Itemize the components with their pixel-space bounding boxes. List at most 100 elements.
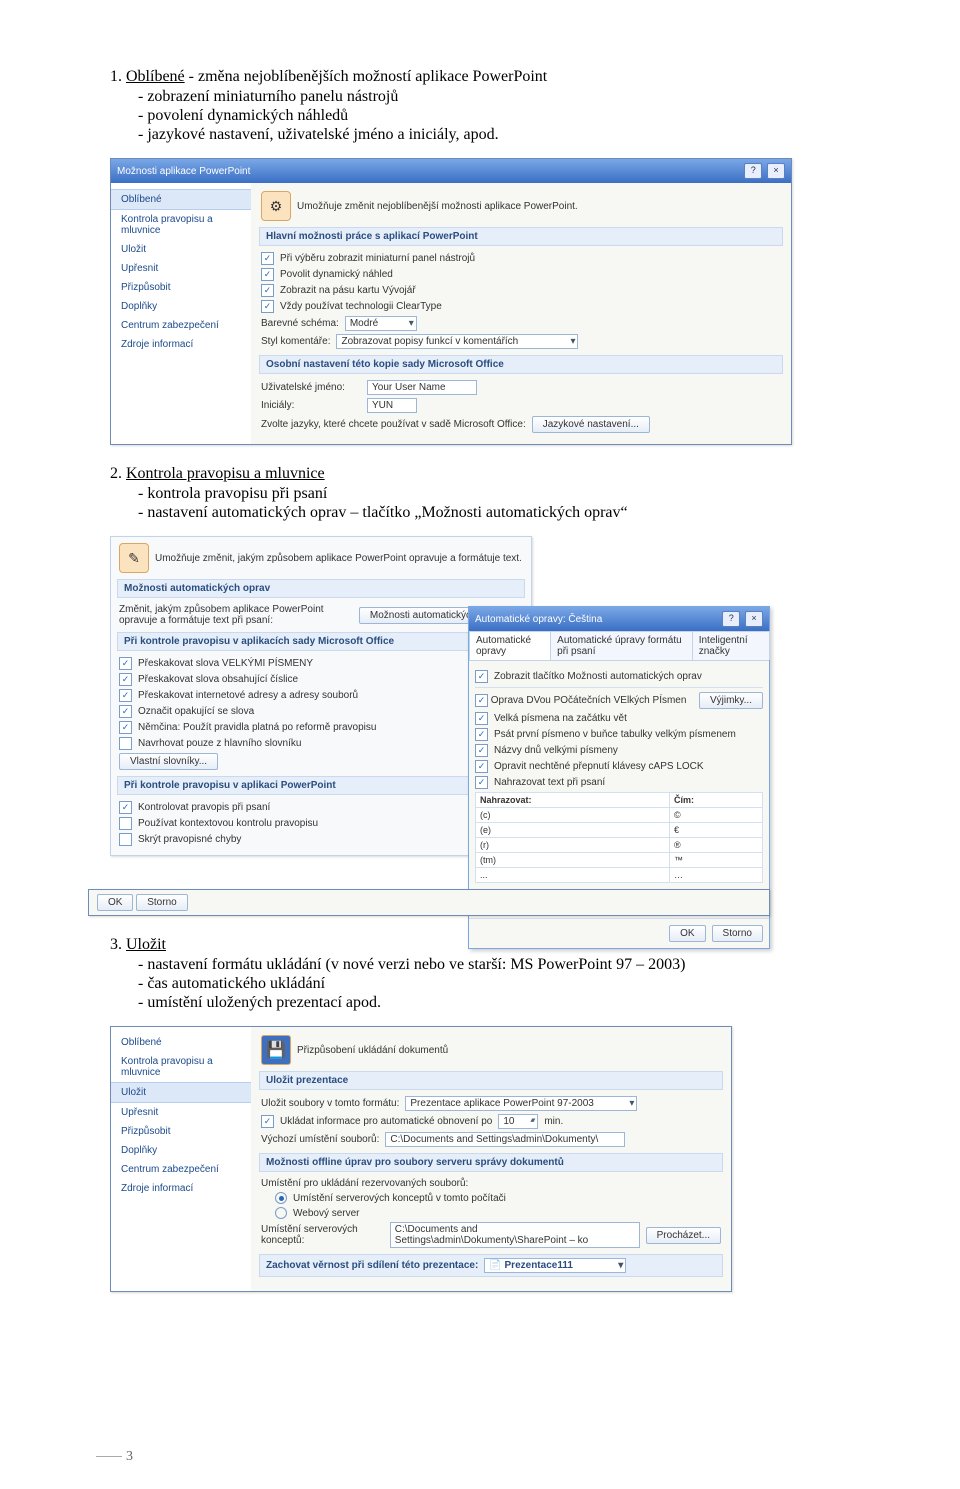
cb-initcaps-label: Oprava DVou POčátečních VElkých PÍsmen — [491, 695, 687, 706]
cb-showbtn-label: Zobrazit tlačítko Možnosti automatických… — [494, 671, 702, 682]
loc-input[interactable]: C:\Documents and Settings\admin\Dokument… — [385, 1132, 625, 1147]
cb-daycaps[interactable] — [475, 744, 488, 757]
cb-autorecover[interactable] — [261, 1115, 274, 1128]
user-input[interactable]: Your User Name — [367, 380, 477, 395]
radio-localdraft[interactable] — [275, 1192, 287, 1204]
proof-txt01: Změnit, jakým způsobem aplikace PowerPoi… — [119, 604, 349, 626]
custom-dicts-button[interactable]: Vlastní slovníky... — [119, 753, 218, 770]
cell-r4c1: … — [670, 868, 763, 883]
ac-tab3[interactable]: Inteligentní značky — [692, 631, 770, 660]
s3-sb-pravopis[interactable]: Kontrola pravopisu a mluvnice — [111, 1052, 251, 1082]
cb-replace-label: Nahrazovat text při psaní — [494, 777, 605, 788]
section-2-title: 2. Kontrola pravopisu a mluvnice — [110, 465, 870, 483]
cb-showbtn[interactable] — [475, 670, 488, 683]
help-icon[interactable]: ? — [722, 611, 740, 627]
cancel-button[interactable]: Storno — [712, 925, 763, 942]
cb-urls[interactable] — [119, 689, 132, 702]
proof-desc: Umožňuje změnit, jakým způsobem aplikace… — [155, 553, 522, 564]
help-icon[interactable]: ? — [744, 163, 762, 179]
autorecover-spin[interactable]: 10 — [498, 1114, 538, 1129]
draft-input[interactable]: C:\Documents and Settings\admin\Dokument… — [390, 1222, 640, 1248]
radio-webserver[interactable] — [275, 1207, 287, 1219]
fmt-label: Uložit soubory v tomto formátu: — [261, 1098, 399, 1109]
cb-maindict[interactable] — [119, 737, 132, 750]
sidebar-item-ulozit[interactable]: Uložit — [111, 240, 251, 259]
radio-localdraft-label: Umístění serverových konceptů v tomto po… — [293, 1193, 506, 1204]
cell-r2c0: (r) — [476, 838, 670, 853]
cb-uppercase[interactable] — [119, 657, 132, 670]
checkbox-livepreview[interactable] — [261, 268, 274, 281]
close-icon[interactable]: × — [745, 611, 763, 627]
cell-r4c0: ... — [476, 868, 670, 883]
ok-button[interactable]: OK — [669, 925, 705, 942]
proof-ok-button[interactable]: OK — [97, 894, 133, 911]
s3-sb-zdroje[interactable]: Zdroje informací — [111, 1179, 251, 1198]
sidebar-item-zdroje[interactable]: Zdroje informací — [111, 335, 251, 354]
cb-spellcheck[interactable] — [119, 801, 132, 814]
cb-numbers-label: Přeskakovat slova obsahující číslice — [138, 674, 298, 685]
options-desc: Umožňuje změnit nejoblíbenější možnosti … — [297, 201, 578, 212]
sec2-title: Kontrola pravopisu a mluvnice — [126, 465, 325, 482]
s3-sb-ulozit[interactable]: Uložit — [111, 1082, 251, 1103]
sec2-b1: - kontrola pravopisu při psaní — [138, 485, 870, 503]
tip-dropdown[interactable]: Zobrazovat popisy funkcí v komentářích — [336, 334, 578, 349]
cb-hideerrors[interactable] — [119, 833, 132, 846]
sec2-num: 2. — [110, 465, 126, 482]
checkbox-minipanel[interactable] — [261, 252, 274, 265]
screenshot-autocorrect: ✎ Umožňuje změnit, jakým způsobem aplika… — [110, 536, 770, 916]
checkbox-cleartype[interactable] — [261, 300, 274, 313]
save-h1: Uložit prezentace — [259, 1071, 723, 1090]
sec3-bullets: - nastavení formátu ukládání (v nové ver… — [138, 956, 870, 1012]
proof-cancel-button[interactable]: Storno — [136, 894, 187, 911]
cb-capslock[interactable] — [475, 760, 488, 773]
fmt-dropdown[interactable]: Prezentace aplikace PowerPoint 97-2003 — [405, 1096, 637, 1111]
cb-german[interactable] — [119, 721, 132, 734]
s3-sb-oblibene[interactable]: Oblíbené — [111, 1033, 251, 1052]
exceptions-button[interactable]: Výjimky... — [699, 692, 763, 709]
cb-repeat[interactable] — [119, 705, 132, 718]
browse-button[interactable]: Procházet... — [646, 1227, 721, 1244]
ac-tab2[interactable]: Automatické úpravy formátu při psaní — [550, 631, 693, 660]
s3-sb-centrum[interactable]: Centrum zabezpečení — [111, 1160, 251, 1179]
cb-tablecaps[interactable] — [475, 728, 488, 741]
cell-r2c1: ® — [670, 838, 763, 853]
proof-buttons-box: OK Storno — [88, 889, 770, 916]
save-icon: 💾 — [261, 1035, 291, 1065]
cb-autorecover-label: Ukládat informace pro automatické obnove… — [280, 1116, 492, 1127]
close-icon[interactable]: × — [767, 163, 785, 179]
sec2-b2: - nastavení automatických oprav – tlačít… — [138, 504, 870, 522]
cb-sentcaps[interactable] — [475, 712, 488, 725]
save-txt2: Umístění pro ukládání rezervovaných soub… — [261, 1178, 468, 1189]
s3-sb-doplnky[interactable]: Doplňky — [111, 1141, 251, 1160]
cb-replace[interactable] — [475, 776, 488, 789]
cb-initcaps[interactable] — [475, 694, 488, 707]
sidebar-item-centrum[interactable]: Centrum zabezpečení — [111, 316, 251, 335]
draft-label: Umístění serverových konceptů: — [261, 1224, 384, 1246]
ac-tab1[interactable]: Automatické opravy — [469, 631, 551, 660]
cb-context[interactable] — [119, 817, 132, 830]
sidebar-item-pravopis[interactable]: Kontrola pravopisu a mluvnice — [111, 210, 251, 240]
sidebar-item-doplnky[interactable]: Doplňky — [111, 297, 251, 316]
presentation-name: Prezentace111 — [505, 1260, 573, 1271]
cb-maindict-label: Navrhovat pouze z hlavního slovníku — [138, 738, 301, 749]
sidebar-item-upresnit[interactable]: Upřesnit — [111, 259, 251, 278]
section-1-title: 1. Oblíbené - změna nejoblíbenějších mož… — [110, 68, 870, 86]
cb-capslock-label: Opravit nechtěné přepnutí klávesy cAPS L… — [494, 761, 704, 772]
init-input[interactable]: YUN — [367, 398, 417, 413]
scheme-dropdown[interactable]: Modré — [345, 316, 417, 331]
cell-r0c0: (c) — [476, 808, 670, 823]
sec1-b1: - zobrazení miniaturního panelu nástrojů — [138, 88, 870, 106]
sidebar-item-prizpusobit[interactable]: Přizpůsobit — [111, 278, 251, 297]
sidebar-item-oblibene[interactable]: Oblíbené — [111, 189, 251, 210]
presentation-dropdown[interactable]: 📄 Prezentace111 — [484, 1258, 626, 1273]
user-label: Uživatelské jméno: — [261, 382, 361, 393]
s3-sb-prizpusobit[interactable]: Přizpůsobit — [111, 1122, 251, 1141]
cb3-label: Zobrazit na pásu kartu Vývojář — [280, 285, 416, 296]
cb-repeat-label: Označit opakující se slova — [138, 706, 254, 717]
screenshot-save-dialog: Oblíbené Kontrola pravopisu a mluvnice U… — [110, 1026, 732, 1292]
lang-button[interactable]: Jazykové nastavení... — [532, 416, 650, 433]
checkbox-devtab[interactable] — [261, 284, 274, 297]
sec3-b3: - umístění uložených prezentací apod. — [138, 994, 870, 1012]
cb-numbers[interactable] — [119, 673, 132, 686]
s3-sb-upresnit[interactable]: Upřesnit — [111, 1103, 251, 1122]
